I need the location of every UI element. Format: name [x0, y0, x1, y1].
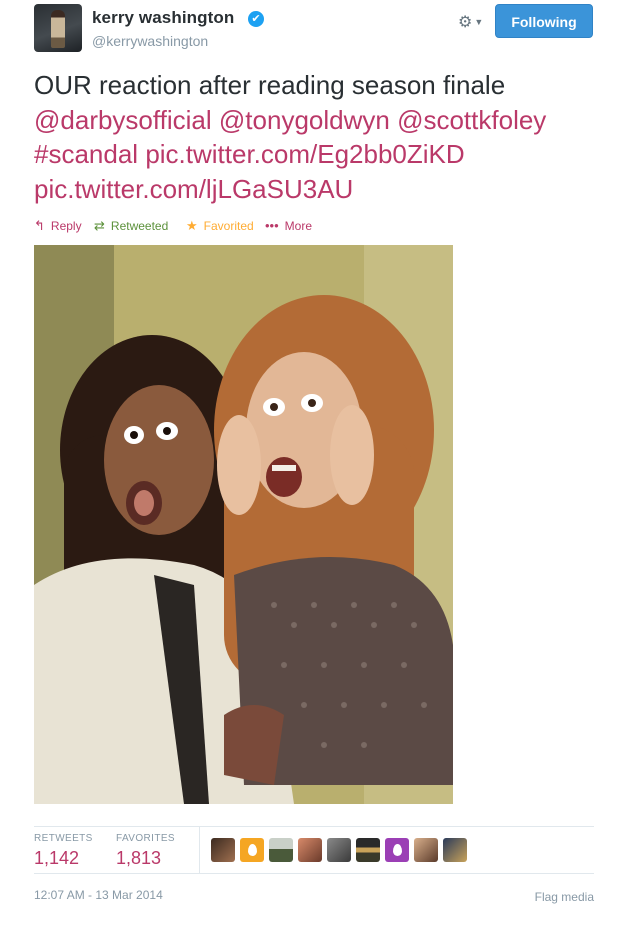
favorite-button[interactable]: ★ Favorited [186, 217, 254, 235]
favoriter-avatar[interactable] [211, 838, 235, 862]
retweets-label: RETWEETS [34, 833, 93, 844]
hashtag-link-scandal[interactable]: #scandal [34, 139, 138, 169]
retweet-icon: ⇄ [94, 218, 105, 233]
tweet-photo[interactable] [34, 245, 453, 804]
reply-button[interactable]: ↰ Reply [34, 217, 82, 235]
more-button[interactable]: ••• More [265, 217, 312, 235]
verified-badge-icon: ✔ [248, 11, 264, 27]
tweet-permalink: kerry washington ✔ @kerrywashington ⚙ ▼ F… [0, 0, 630, 931]
favorite-label: Favorited [203, 219, 254, 233]
more-label: More [284, 219, 312, 233]
more-dots-icon: ••• [265, 218, 279, 233]
stats-bottom-divider [34, 873, 594, 874]
stats-vertical-divider [199, 827, 200, 873]
author-username[interactable]: @kerrywashington [92, 33, 208, 49]
favoriter-avatar[interactable] [414, 838, 438, 862]
following-button[interactable]: Following [495, 4, 593, 38]
mention-link-tonygoldwyn[interactable]: @tonygoldwyn [219, 105, 390, 135]
chevron-down-icon: ▼ [474, 17, 484, 27]
favorites-label: FAVORITES [116, 833, 175, 844]
reply-label: Reply [50, 219, 82, 233]
favoriter-avatar[interactable] [269, 838, 293, 862]
mention-link-darbysofficial[interactable]: @darbysofficial [34, 105, 212, 135]
tweet-text-plain: OUR reaction after reading season finale [34, 70, 506, 100]
favoriter-avatar[interactable] [443, 838, 467, 862]
reply-icon: ↰ [34, 218, 45, 233]
favoriter-avatar-egg[interactable] [240, 838, 264, 862]
media-link-2[interactable]: pic.twitter.com/ljLGaSU3AU [34, 174, 353, 204]
author-fullname[interactable]: kerry washington [92, 8, 234, 28]
tweet-timestamp[interactable]: 12:07 AM - 13 Mar 2014 [34, 888, 163, 902]
favoriter-avatar[interactable] [356, 838, 380, 862]
tweet-text: OUR reaction after reading season finale… [34, 68, 604, 206]
gear-icon: ⚙ [458, 14, 473, 31]
retweets-count[interactable]: 1,142 [34, 848, 79, 869]
media-link-1[interactable]: pic.twitter.com/Eg2bb0ZiKD [145, 139, 464, 169]
retweet-label: Retweeted [110, 219, 169, 233]
favoriter-avatar[interactable] [327, 838, 351, 862]
user-actions-dropdown[interactable]: ⚙ ▼ [458, 12, 490, 32]
flag-media-link[interactable]: Flag media [535, 890, 594, 904]
favoriter-avatar[interactable] [298, 838, 322, 862]
star-icon: ★ [186, 218, 198, 233]
favoriter-avatar-egg[interactable] [385, 838, 409, 862]
selfie-illustration [34, 245, 453, 804]
favorites-count[interactable]: 1,813 [116, 848, 161, 869]
retweet-button[interactable]: ⇄ Retweeted [94, 217, 168, 235]
stats-top-divider [34, 826, 594, 827]
author-avatar[interactable] [34, 4, 82, 52]
mention-link-scottkfoley[interactable]: @scottkfoley [397, 105, 546, 135]
